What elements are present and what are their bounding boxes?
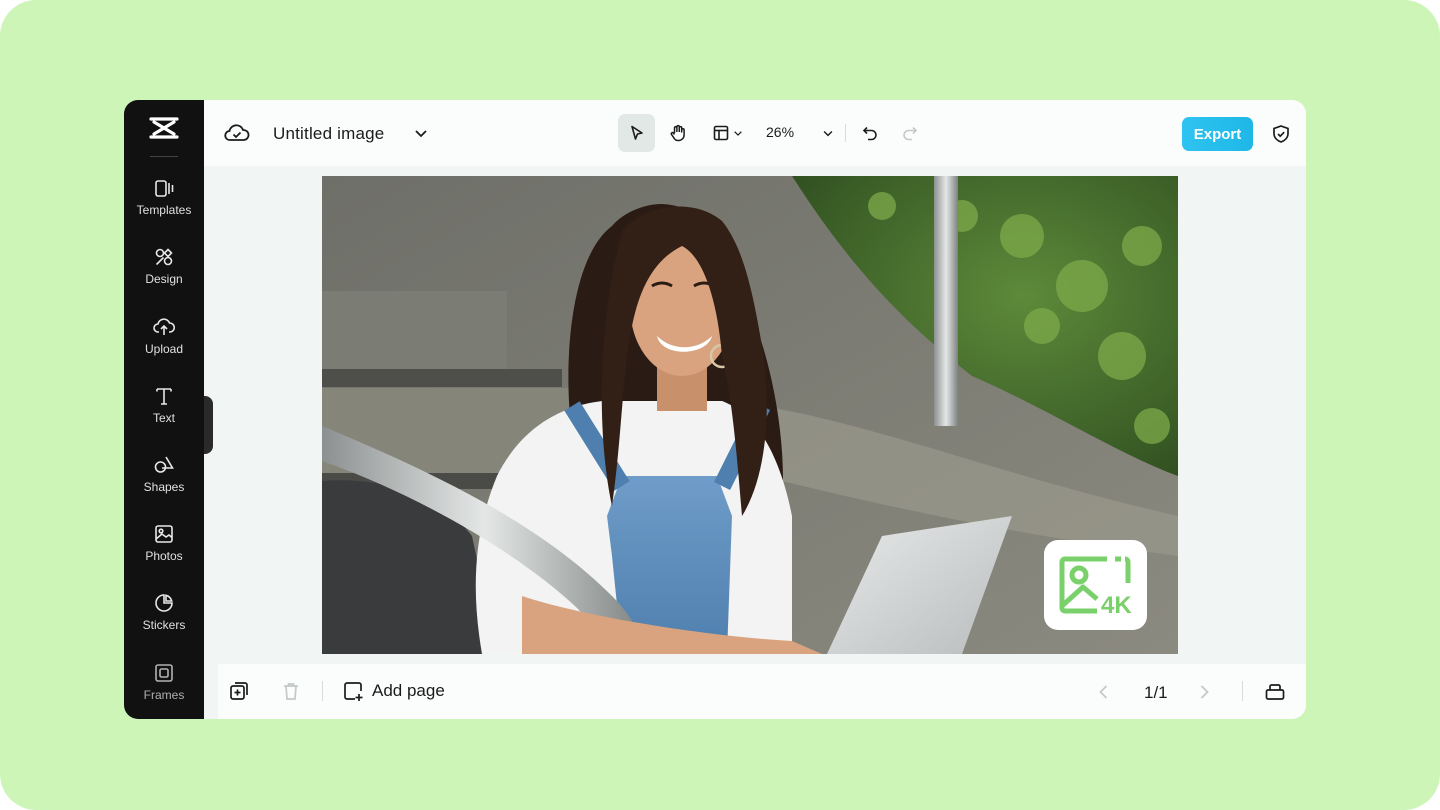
design-icon	[155, 248, 173, 266]
text-icon	[156, 388, 172, 405]
sidebar-item-label: Text	[152, 411, 175, 425]
sidebar-item-label: Shapes	[143, 480, 185, 494]
bottom-toolbar: Add page 1/1	[218, 664, 1306, 719]
image-4k-icon: 4K	[1059, 556, 1132, 617]
add-page-label: Add page	[372, 681, 445, 700]
export-button[interactable]: Export	[1182, 117, 1253, 151]
templates-icon	[155, 180, 174, 197]
duplicate-page-icon[interactable]	[228, 680, 250, 702]
sidebar-item-label: Stickers	[142, 618, 186, 632]
select-tool-button[interactable]	[618, 114, 655, 152]
undo-icon	[862, 126, 877, 141]
capcut-logo-icon[interactable]	[148, 114, 180, 142]
undo-button[interactable]	[854, 114, 886, 152]
sidebar-item-photos[interactable]: Photos	[124, 523, 204, 579]
pointer-icon	[630, 125, 643, 140]
trash-icon[interactable]	[280, 680, 302, 702]
sidebar-item-design[interactable]: Design	[124, 246, 204, 302]
sidebar-item-label: Frames	[143, 688, 185, 702]
sidebar-item-stickers[interactable]: Stickers	[124, 592, 204, 648]
page-indicator: 1/1	[1144, 683, 1168, 702]
chevron-down-icon[interactable]	[412, 124, 430, 142]
sidebar-item-frames[interactable]: Frames	[124, 662, 204, 718]
sidebar-collapse-handle[interactable]	[204, 396, 213, 454]
top-toolbar: Untitled image 26% Export	[204, 100, 1306, 166]
layout-icon	[713, 125, 729, 141]
photos-icon	[155, 525, 173, 543]
add-page-icon	[344, 682, 363, 701]
hand-icon	[670, 124, 685, 142]
frames-icon	[155, 664, 173, 682]
chevron-down-icon	[823, 130, 833, 137]
sidebar-item-templates[interactable]: Templates	[124, 177, 204, 233]
bottom-divider	[322, 681, 323, 701]
sidebar-item-upload[interactable]: Upload	[124, 316, 204, 372]
sidebar-item-text[interactable]: Text	[124, 385, 204, 441]
hand-tool-button[interactable]	[660, 114, 696, 152]
logo-divider	[150, 156, 178, 157]
bottom-divider	[1242, 681, 1243, 701]
redo-icon	[903, 126, 918, 141]
chevron-left-icon[interactable]	[1094, 682, 1114, 702]
document-title[interactable]: Untitled image	[273, 124, 384, 144]
badge-4k-text: 4K	[1101, 592, 1132, 617]
sidebar-item-label: Photos	[145, 549, 183, 563]
shield-check-icon[interactable]	[1271, 124, 1291, 144]
page-panel-icon[interactable]	[1264, 680, 1286, 702]
layout-tool-button[interactable]	[707, 114, 749, 152]
sidebar-item-shapes[interactable]: Shapes	[124, 454, 204, 510]
toolbar-divider	[845, 124, 846, 142]
sidebar: Templates Design Upload Text Shapes Phot…	[124, 100, 204, 719]
zoom-level[interactable]: 26%	[766, 124, 794, 140]
add-page-button[interactable]: Add page	[342, 679, 445, 703]
upload-icon	[153, 318, 175, 335]
sidebar-item-label: Upload	[144, 342, 184, 356]
zoom-dropdown-button[interactable]	[816, 114, 840, 152]
shapes-icon	[154, 456, 174, 473]
sidebar-item-label: Design	[145, 272, 183, 286]
chevron-down-icon	[734, 131, 742, 136]
redo-button[interactable]	[894, 114, 926, 152]
editor-window: Templates Design Upload Text Shapes Phot…	[124, 100, 1306, 719]
sidebar-item-label: Templates	[136, 203, 192, 217]
cloud-sync-icon[interactable]	[224, 121, 250, 145]
stickers-icon	[155, 594, 173, 612]
chevron-right-icon[interactable]	[1194, 682, 1214, 702]
upscale-4k-badge[interactable]: 4K	[1044, 540, 1147, 630]
